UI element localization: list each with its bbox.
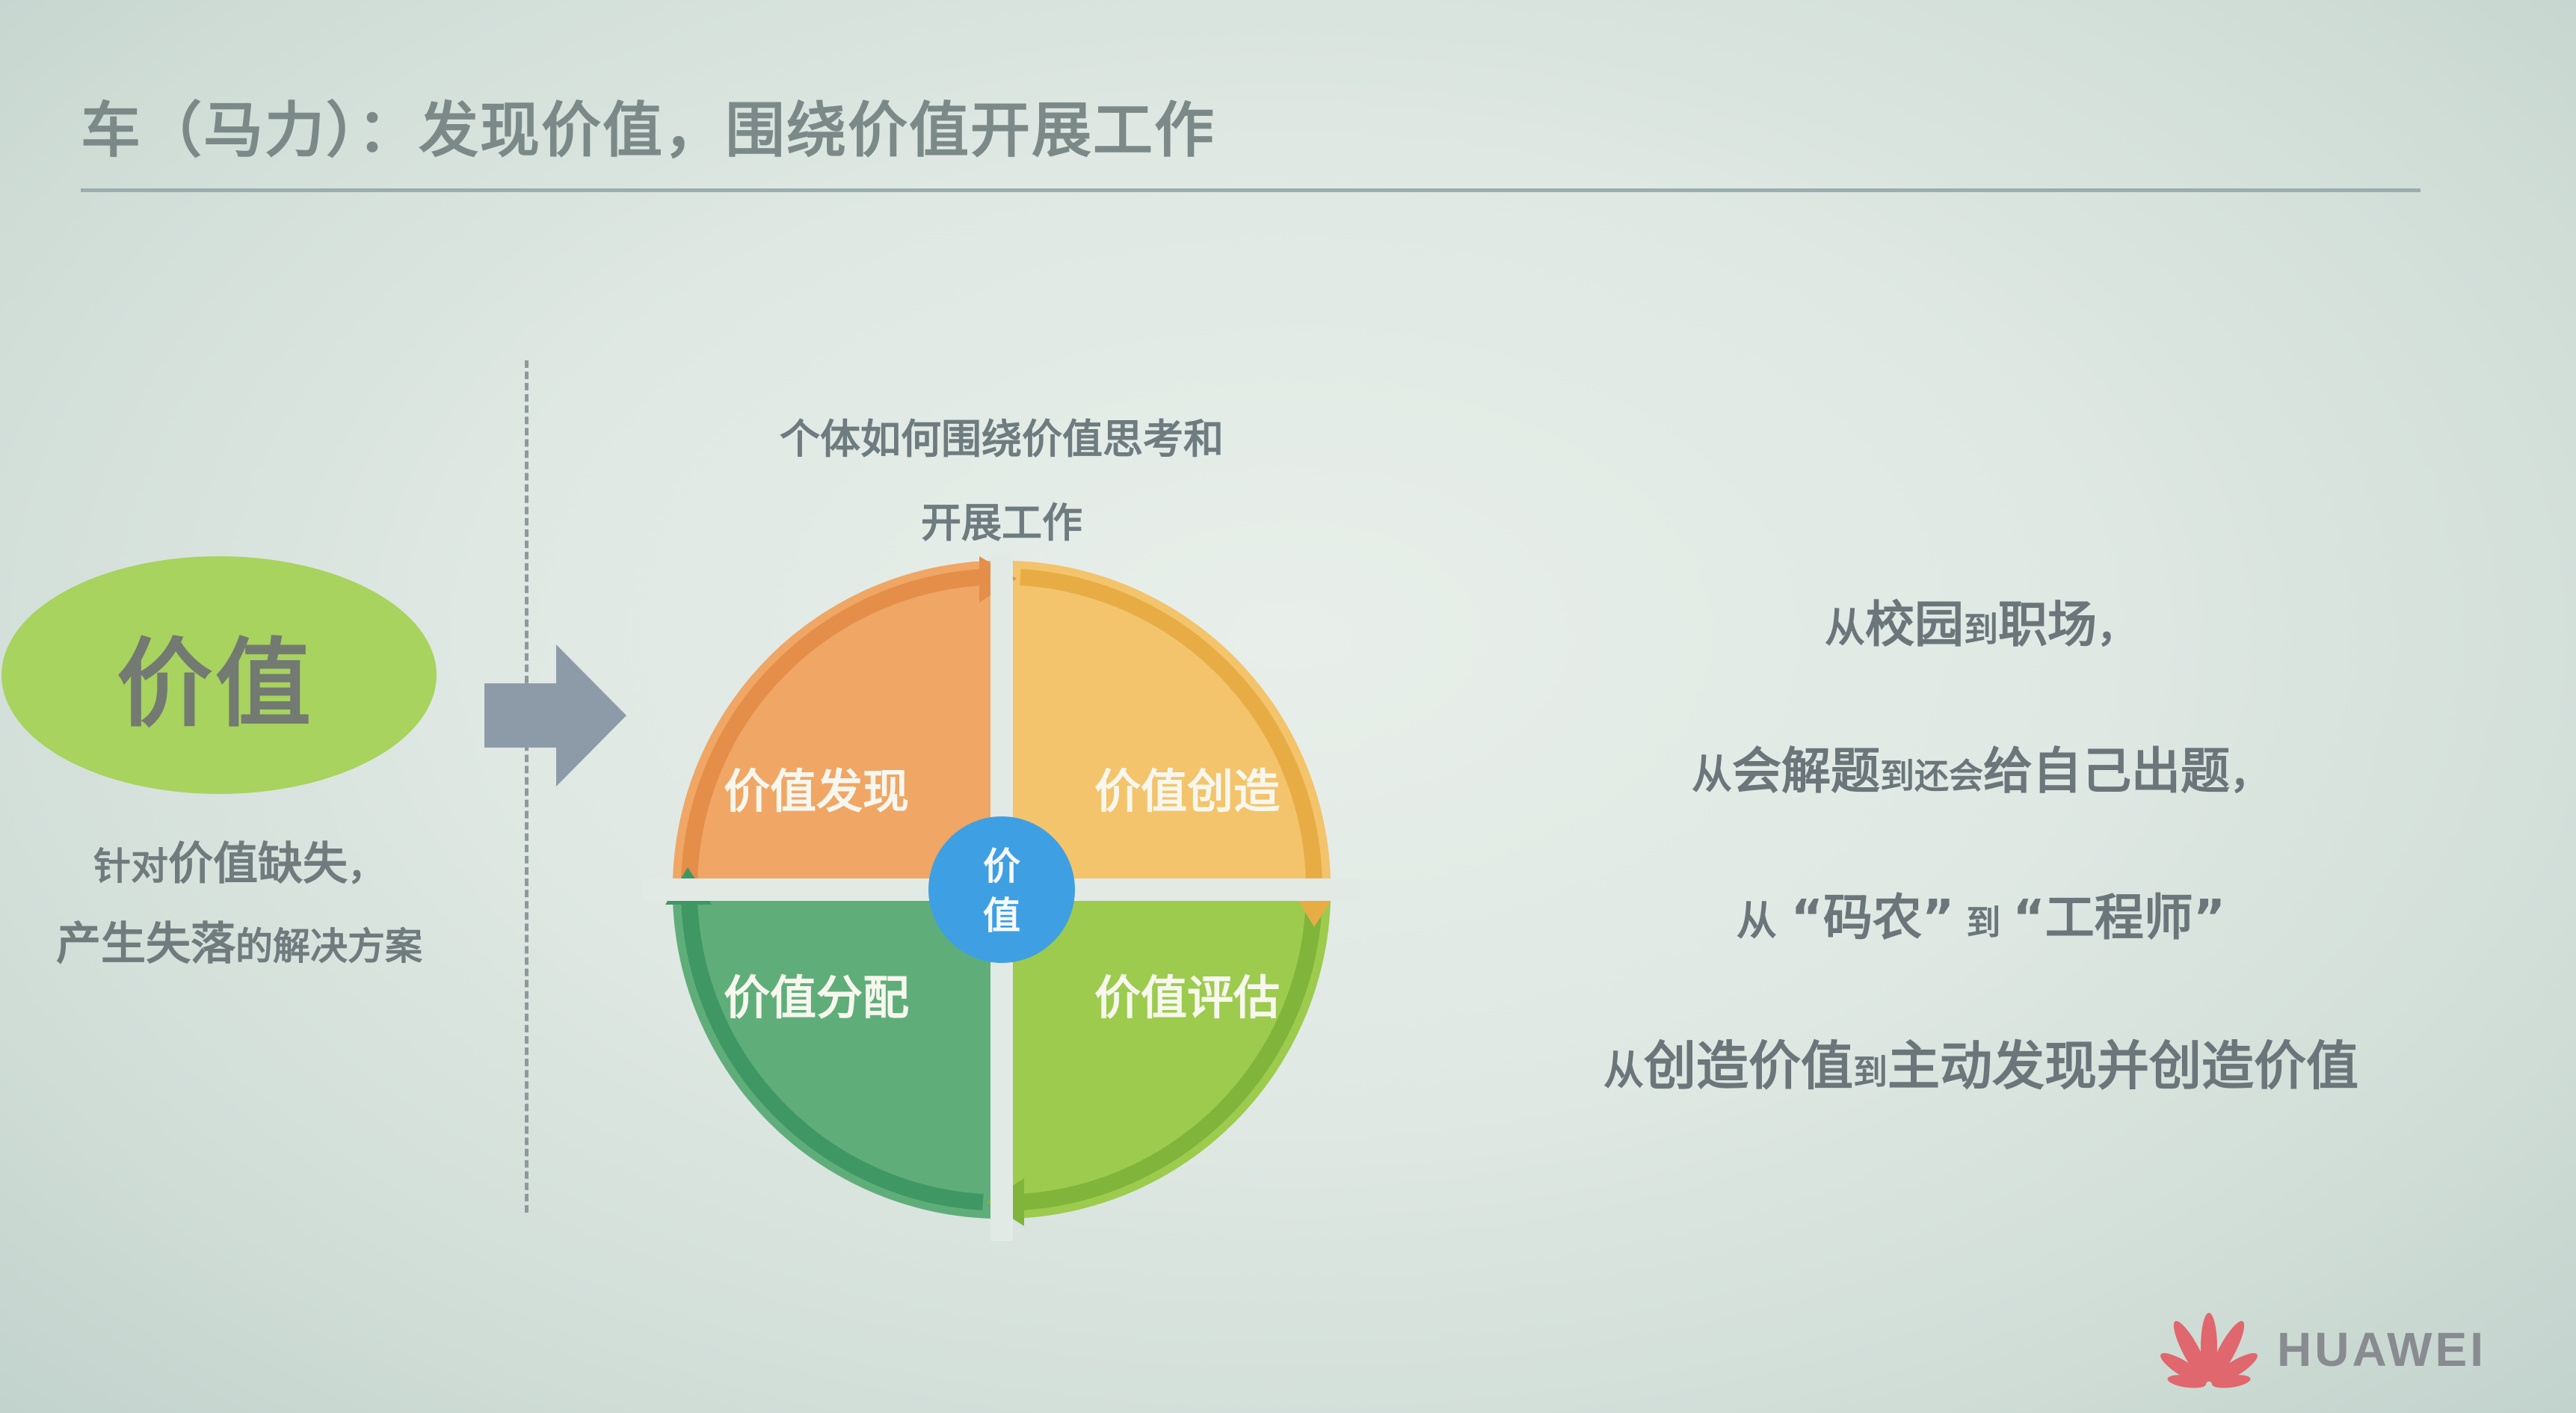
quadrant-label-discovery: 价值发现 <box>724 764 909 819</box>
title-underline <box>81 188 2421 192</box>
statement-4: 从创造价值到主动发现并创造价值 <box>1603 1035 2358 1097</box>
center-label-2: 值 <box>983 894 1020 938</box>
huawei-petal-icon <box>2160 1313 2258 1388</box>
quadrant-value-creation <box>1013 561 1331 878</box>
right-arrow-icon <box>484 644 626 786</box>
statement-1: 从校园到职场， <box>1825 596 2137 653</box>
dashed-divider <box>525 360 529 1213</box>
quadrant-value-distribution <box>673 901 990 1219</box>
quadrant-value-discovery <box>673 561 990 878</box>
value-ellipse: 价值 <box>1 556 437 794</box>
statement-2: 从会解题到还会给自己出题， <box>1692 742 2270 800</box>
center-label-1: 价 <box>983 845 1020 888</box>
center-value-circle <box>928 816 1075 963</box>
value-cycle-diagram: 价值发现 价值创造 价值分配 价值评估 价 值 <box>643 553 1361 1241</box>
huawei-logo-text: HUAWEI <box>2277 1323 2486 1376</box>
slide-title: 车（马力）：发现价值，围绕价值开展工作 <box>81 96 1215 165</box>
quadrant-label-evaluation: 价值评估 <box>1094 970 1280 1025</box>
value-description: 针对价值缺失， 产生失落的解决方案 <box>0 825 478 985</box>
value-description-line-2: 产生失落的解决方案 <box>56 918 422 970</box>
statement-3: 从 “码农” 到 “工程师” <box>1736 889 2226 946</box>
quadrant-label-distribution: 价值分配 <box>724 970 909 1025</box>
value-label: 价值 <box>116 628 314 740</box>
quadrant-label-creation: 价值创造 <box>1094 764 1280 819</box>
quadrant-value-evaluation <box>1013 901 1331 1219</box>
diagram-caption: 个体如何围绕价值思考和 开展工作 <box>780 416 1224 547</box>
value-description-line-1: 针对价值缺失， <box>93 838 385 890</box>
